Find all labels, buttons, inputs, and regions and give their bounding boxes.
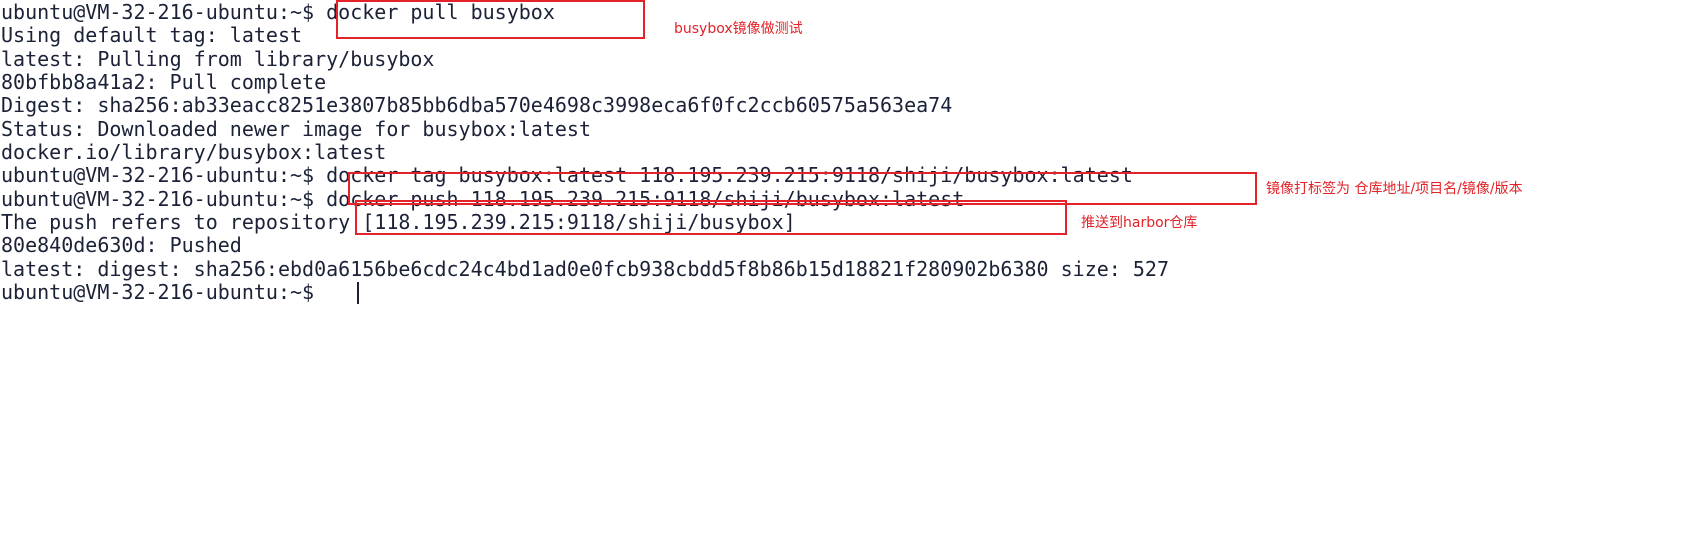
terminal-line-prompt: ubuntu@VM-32-216-ubuntu:~$ <box>1 280 327 304</box>
terminal-cursor <box>357 282 359 304</box>
terminal-window[interactable]: ubuntu@VM-32-216-ubuntu:~$ docker pull b… <box>0 0 1685 538</box>
annotation-tag: 镜像打标签为 仓库地址/项目名/镜像/版本 <box>1266 181 1523 197</box>
terminal-line-push-digest: latest: digest: sha256:ebd0a6156be6cdc24… <box>1 257 1169 281</box>
terminal-line-pull-complete: 80bfbb8a41a2: Pull complete <box>1 70 327 94</box>
highlight-box-push <box>355 200 1067 235</box>
terminal-line-image-ref: docker.io/library/busybox:latest <box>1 140 387 164</box>
terminal-line-pulling: latest: Pulling from library/busybox <box>1 47 435 71</box>
highlight-box-pull <box>336 0 645 39</box>
terminal-line-pushed: 80e840de630d: Pushed <box>1 233 242 257</box>
terminal-line-status: Status: Downloaded newer image for busyb… <box>1 117 592 141</box>
annotation-pull: busybox镜像做测试 <box>674 21 803 37</box>
annotation-push: 推送到harbor仓库 <box>1081 215 1198 231</box>
terminal-line-default-tag: Using default tag: latest <box>1 23 303 47</box>
terminal-line-digest: Digest: sha256:ab33eacc8251e3807b85bb6db… <box>1 93 953 117</box>
